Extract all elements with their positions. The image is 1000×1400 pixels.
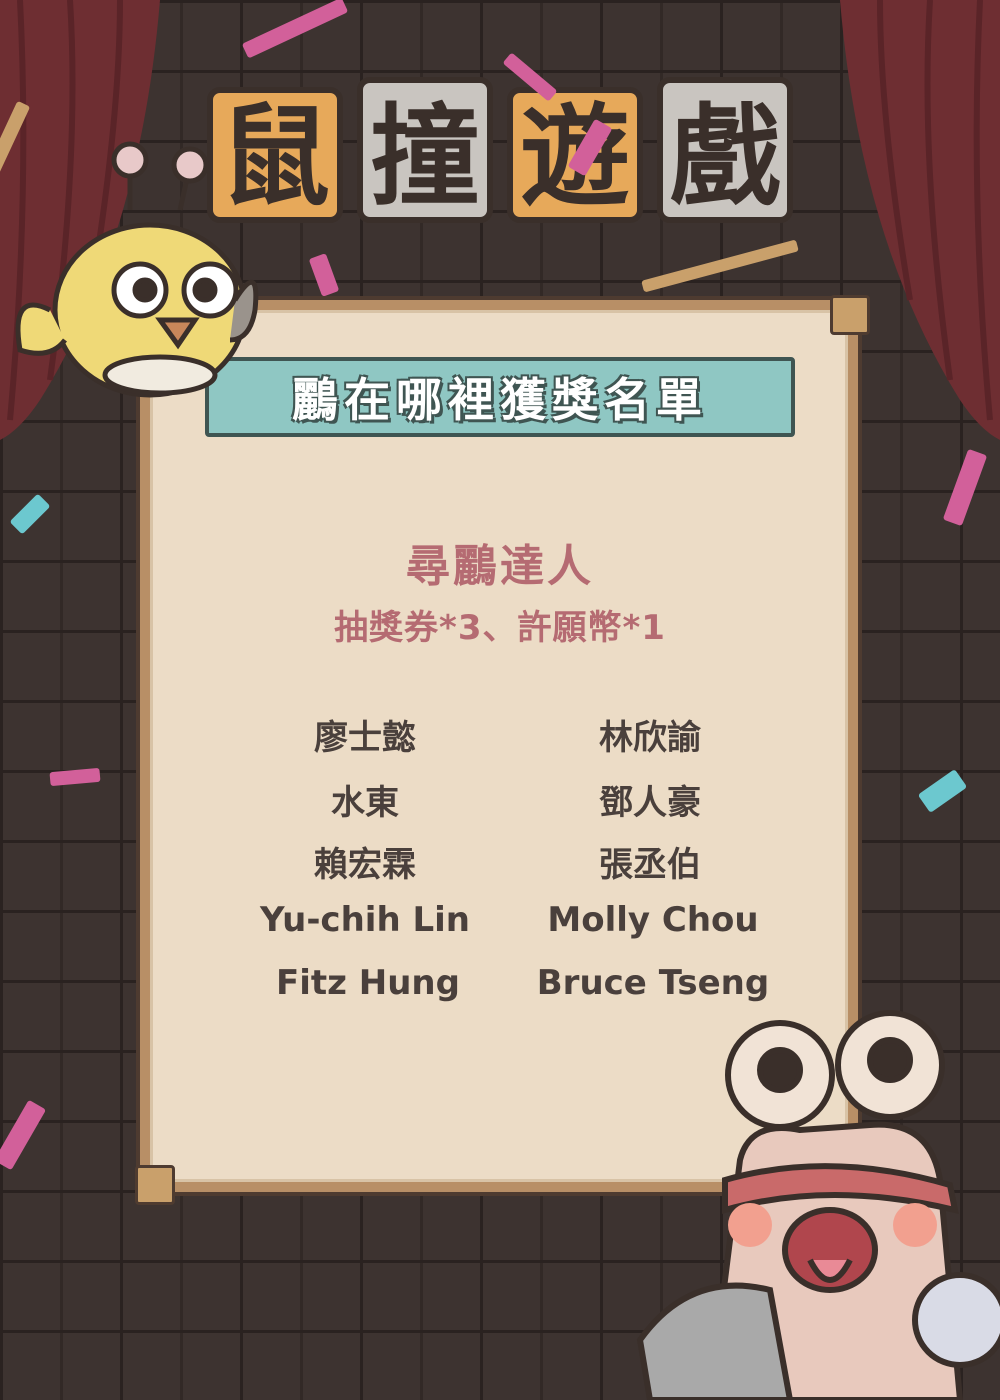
- winner-name: 鄧人豪: [599, 783, 701, 823]
- prize-items: 抽獎券*3、許願幣*1: [334, 608, 666, 648]
- snail-mascot-icon: [636, 1010, 1000, 1400]
- winner-name: Yu-chih Lin: [259, 900, 471, 940]
- poster-stage: 鼠 撞 遊 戲 鸝在哪裡獲獎名單 尋鸝達人 抽獎券*3、許願幣*1 廖士懿 水東…: [0, 0, 1000, 1400]
- winner-name: 廖士懿: [314, 718, 416, 758]
- banner-title: 鸝在哪裡獲獎名單: [292, 373, 708, 427]
- prize-title: 尋鸝達人: [406, 541, 594, 592]
- winner-name: Molly Chou: [547, 900, 759, 940]
- svg-text:撞: 撞: [370, 93, 480, 221]
- svg-text:戲: 戲: [670, 93, 780, 221]
- game-logo: 鼠 撞 遊 戲: [207, 77, 793, 223]
- bird-mascot-icon: [15, 141, 259, 398]
- winner-name: 水東: [331, 783, 399, 823]
- winner-name: Bruce Tseng: [536, 963, 770, 1003]
- winner-name: Fitz Hung: [276, 963, 460, 1003]
- board-corner-top-right: [830, 295, 870, 335]
- title-banner: 鸝在哪裡獲獎名單: [205, 357, 795, 437]
- winner-name: 林欣諭: [599, 718, 701, 758]
- winner-name: 賴宏霖: [314, 845, 416, 885]
- winner-name: 張丞伯: [599, 845, 701, 885]
- board-corner-bottom-left: [135, 1165, 175, 1205]
